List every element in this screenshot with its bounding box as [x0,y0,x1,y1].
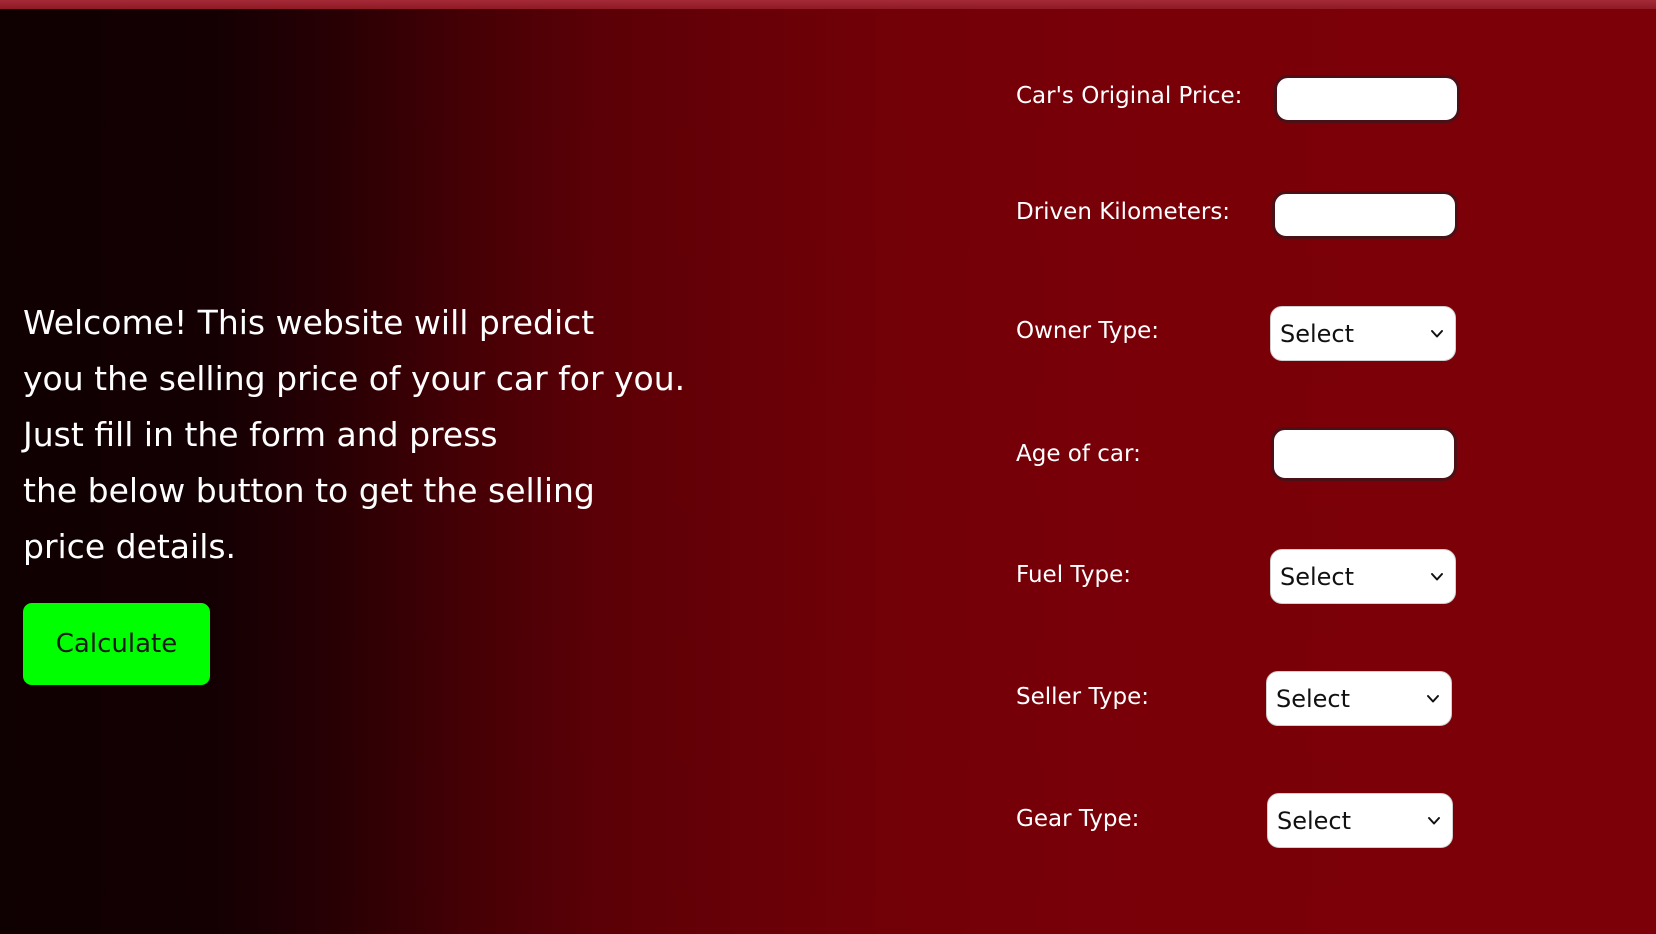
driven-km-input[interactable] [1272,191,1458,239]
intro-line: price details. [23,527,237,566]
fuel-type-select[interactable]: Select [1270,549,1456,604]
gear-type-label: Gear Type: [1016,806,1140,832]
fuel-type-label: Fuel Type: [1016,562,1131,588]
intro-line: Just fill in the form and press [23,415,498,454]
seller-type-select[interactable]: Select [1266,671,1452,726]
chevron-down-icon [1428,816,1440,824]
driven-km-label: Driven Kilometers: [1016,199,1231,225]
owner-type-select[interactable]: Select [1270,306,1456,361]
original-price-label: Car's Original Price: [1016,83,1243,109]
owner-type-label: Owner Type: [1016,318,1159,344]
original-price-input[interactable] [1274,75,1460,123]
calculate-button[interactable]: Calculate [23,603,210,685]
chevron-down-icon [1431,329,1443,337]
gear-type-select[interactable]: Select [1267,793,1453,848]
top-strip [0,0,1656,9]
fuel-type-selected: Select [1280,562,1355,591]
owner-type-selected: Select [1280,319,1355,348]
intro-line: Welcome! This website will predict [23,303,595,342]
gear-type-selected: Select [1277,806,1352,835]
intro-line: the below button to get the selling [23,471,595,510]
chevron-down-icon [1427,694,1439,702]
intro-line: you the selling price of your car for yo… [23,359,686,398]
seller-type-selected: Select [1276,684,1351,713]
chevron-down-icon [1431,572,1443,580]
car-age-label: Age of car: [1016,441,1141,467]
seller-type-label: Seller Type: [1016,684,1150,710]
car-age-input[interactable] [1271,427,1457,481]
intro-text: Welcome! This website will predict you t… [23,295,783,575]
